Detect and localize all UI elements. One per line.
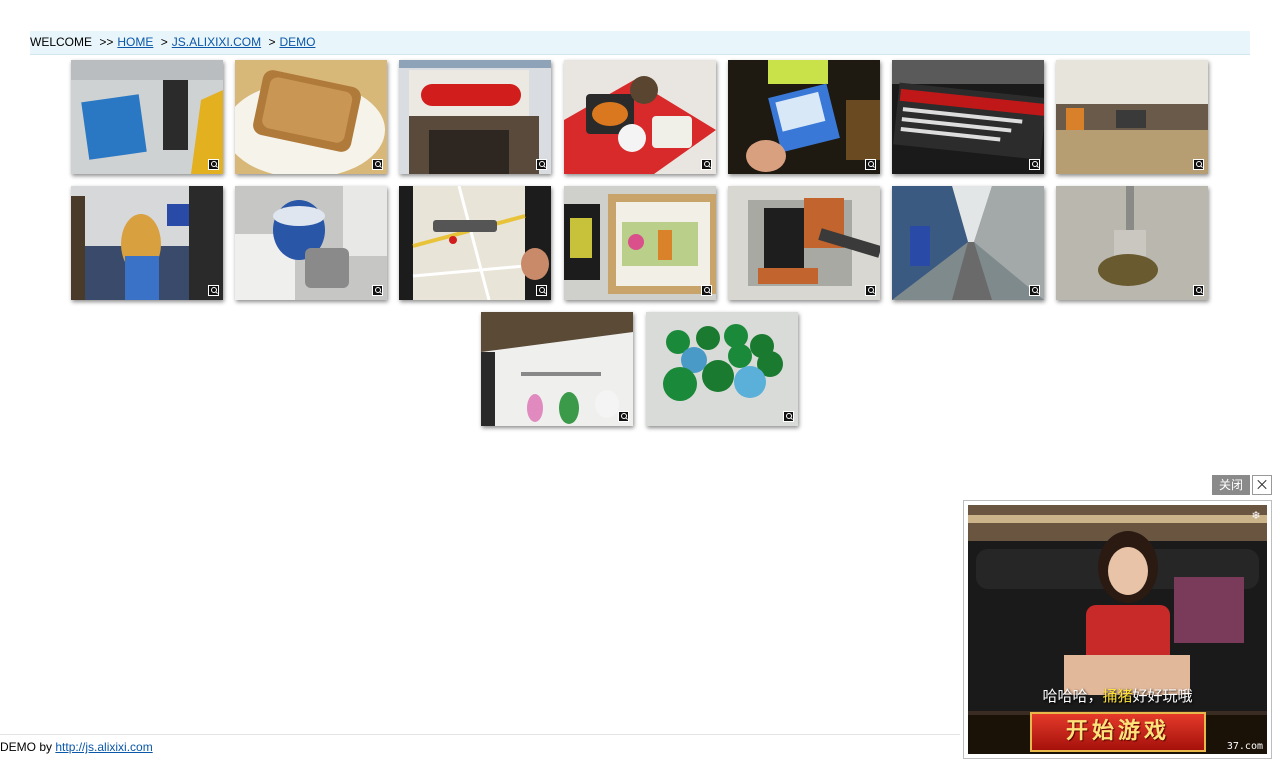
paw-icon: ❄ — [1251, 510, 1261, 522]
gallery-thumbnail-boss-your-life[interactable] — [481, 312, 633, 426]
gallery-thumbnail-map[interactable] — [399, 186, 551, 300]
magnifier-icon — [1193, 159, 1204, 170]
gallery-thumbnail-wall-pipe[interactable] — [1056, 186, 1208, 300]
magnifier-icon — [783, 411, 794, 422]
gallery-thumbnail-brochure[interactable] — [728, 60, 880, 174]
photo-gallery — [0, 0, 1280, 440]
ad-caption-suffix: 好好玩哦 — [1132, 687, 1193, 705]
magnifier-icon — [372, 159, 383, 170]
ad-caption: 哈哈哈，捅猪好好玩哦 — [968, 685, 1267, 706]
ad-caption-prefix: 哈哈哈， — [1042, 687, 1103, 705]
ad-close-button[interactable]: 关闭 — [1212, 475, 1250, 495]
photo-waffle — [235, 60, 387, 174]
photo-food-trays — [564, 60, 716, 174]
magnifier-icon — [536, 285, 547, 296]
magnifier-icon — [1029, 159, 1040, 170]
photo-green-balls — [646, 312, 798, 426]
ad-caption-highlight: 捅猪 — [1102, 687, 1133, 705]
magnifier-icon — [865, 159, 876, 170]
photo-tunnel — [892, 186, 1044, 300]
magnifier-icon — [372, 285, 383, 296]
magnifier-icon — [208, 285, 219, 296]
photo-boss-your-life — [481, 312, 633, 426]
magnifier-icon — [1029, 285, 1040, 296]
photo-thank-you-tin — [235, 186, 387, 300]
photo-dirk-the-daring — [892, 60, 1044, 174]
magnifier-icon — [865, 285, 876, 296]
gallery-thumbnail-food-trays[interactable] — [564, 60, 716, 174]
gallery-thumbnail-furnace[interactable] — [728, 186, 880, 300]
gallery-thumbnail-demonstration-car[interactable] — [71, 60, 223, 174]
magnifier-icon — [618, 411, 629, 422]
gallery-thumbnail-thank-you-tin[interactable] — [235, 186, 387, 300]
gallery-thumbnail-green-balls[interactable] — [646, 312, 798, 426]
gallery-thumbnail-warehouse[interactable] — [1056, 60, 1208, 174]
start-game-button[interactable]: 开始游戏 — [1030, 712, 1206, 752]
photo-furnace — [728, 186, 880, 300]
footer-prefix: DEMO by — [0, 740, 53, 754]
photo-laptops — [71, 186, 223, 300]
gallery-thumbnail-tunnel[interactable] — [892, 186, 1044, 300]
gallery-thumbnail-jollibee[interactable] — [399, 60, 551, 174]
floating-ad: ❄ 哈哈哈，捅猪好好玩哦 开始游戏 37.com — [963, 500, 1272, 759]
photo-demonstration-car — [71, 60, 223, 174]
photo-painting — [564, 186, 716, 300]
ad-brand: 37.com — [1226, 741, 1263, 752]
photo-map — [399, 186, 551, 300]
close-icon[interactable] — [1252, 475, 1272, 495]
magnifier-icon — [701, 159, 712, 170]
ad-banner[interactable]: ❄ 哈哈哈，捅猪好好玩哦 开始游戏 37.com — [968, 505, 1267, 754]
gallery-thumbnail-dirk-the-daring[interactable] — [892, 60, 1044, 174]
photo-jollibee — [399, 60, 551, 174]
gallery-thumbnail-laptops[interactable] — [71, 186, 223, 300]
magnifier-icon — [208, 159, 219, 170]
magnifier-icon — [1193, 285, 1204, 296]
gallery-thumbnail-waffle[interactable] — [235, 60, 387, 174]
magnifier-icon — [536, 159, 547, 170]
gallery-thumbnail-painting[interactable] — [564, 186, 716, 300]
magnifier-icon — [701, 285, 712, 296]
photo-wall-pipe — [1056, 186, 1208, 300]
footer-link[interactable]: http://js.alixixi.com — [55, 740, 152, 754]
photo-brochure — [728, 60, 880, 174]
photo-warehouse — [1056, 60, 1208, 174]
footer: DEMO by http://js.alixixi.com — [0, 734, 960, 761]
